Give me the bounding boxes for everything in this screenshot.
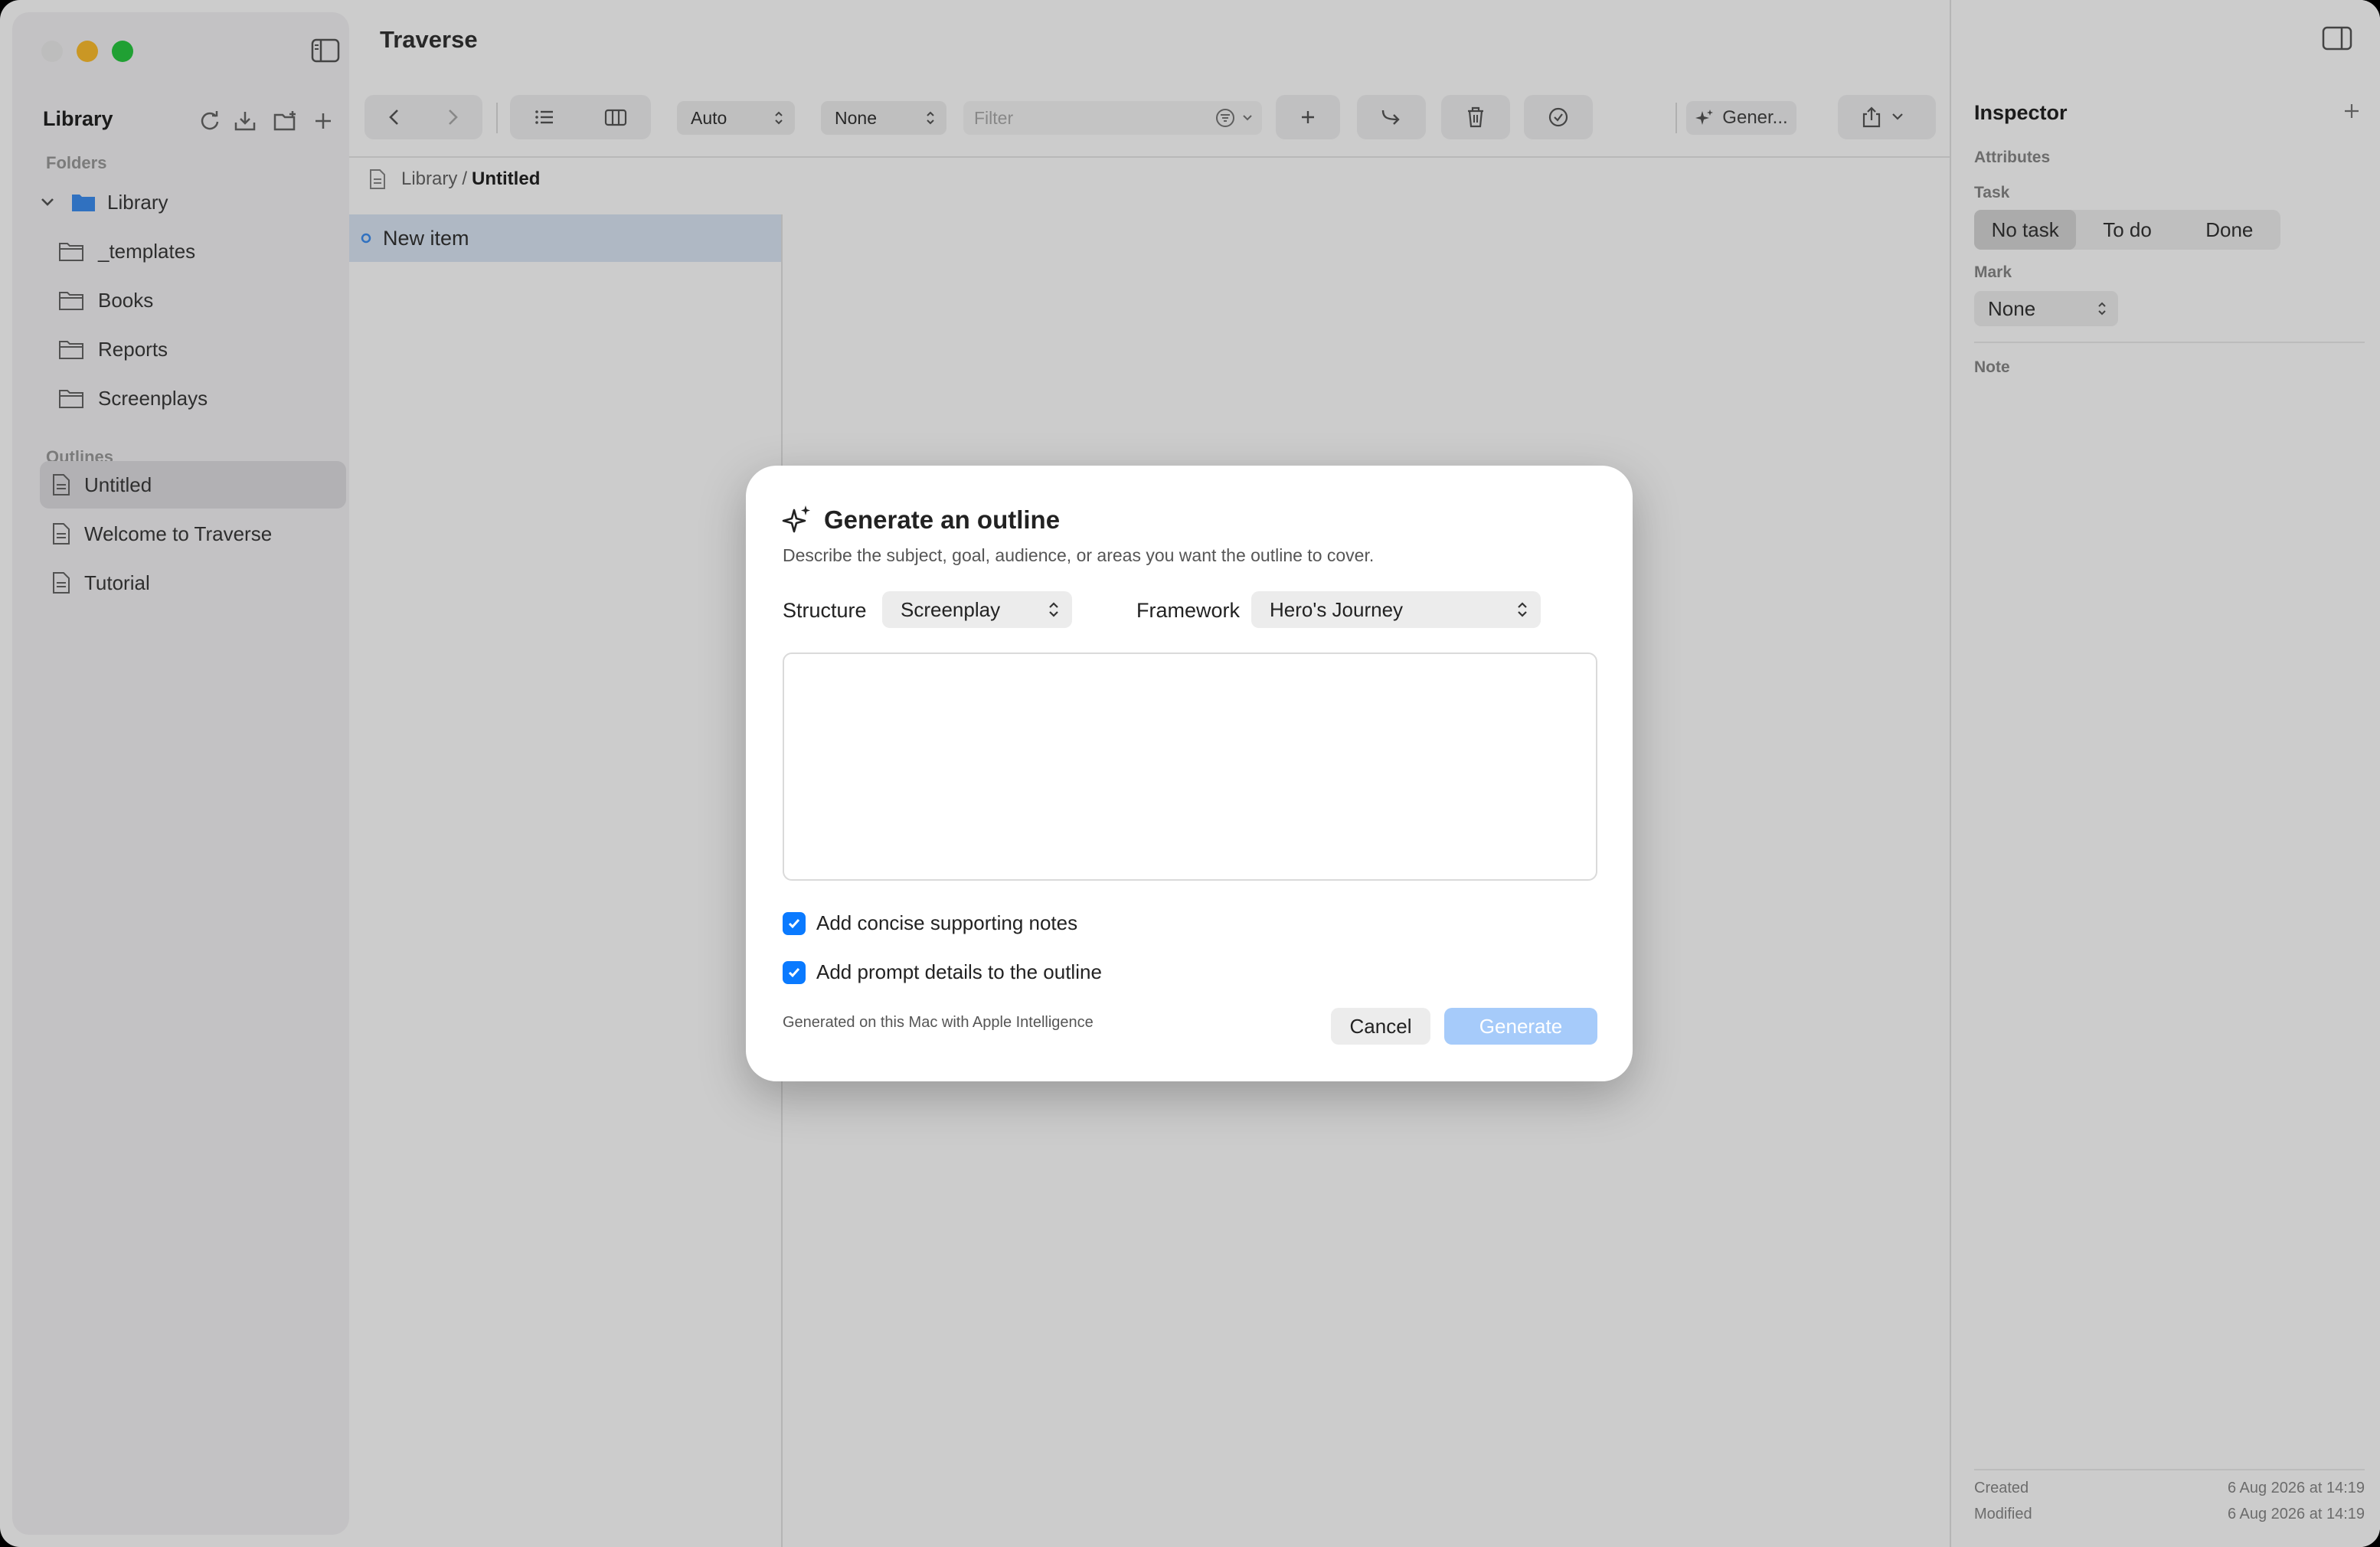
apple-intelligence-footnote: Generated on this Mac with Apple Intelli… <box>783 1014 1094 1031</box>
structure-select[interactable]: Screenplay <box>882 591 1072 628</box>
checkmark-icon <box>788 967 800 977</box>
checkmark-icon <box>788 918 800 928</box>
generate-outline-dialog: Generate an outline Describe the subject… <box>746 466 1633 1081</box>
dialog-subtitle: Describe the subject, goal, audience, or… <box>783 545 1375 565</box>
framework-label: Framework <box>1136 599 1241 622</box>
supporting-notes-label: Add concise supporting notes <box>816 911 1078 934</box>
chevron-updown-icon <box>1518 602 1527 617</box>
sparkles-icon <box>782 505 810 533</box>
outline-prompt-textarea[interactable] <box>783 652 1597 881</box>
framework-select[interactable]: Hero's Journey <box>1251 591 1541 628</box>
prompt-details-checkbox-row[interactable]: Add prompt details to the outline <box>783 960 1102 984</box>
app-window: Library Folders Library _templates Books <box>0 0 2380 1547</box>
dialog-title: Generate an outline <box>824 505 1061 534</box>
prompt-details-label: Add prompt details to the outline <box>816 960 1102 983</box>
chevron-updown-icon <box>1049 602 1058 617</box>
structure-label: Structure <box>783 599 867 622</box>
prompt-details-checkbox[interactable] <box>783 960 806 984</box>
supporting-notes-checkbox[interactable] <box>783 911 806 935</box>
cancel-button[interactable]: Cancel <box>1331 1008 1430 1045</box>
framework-select-value: Hero's Journey <box>1270 597 1404 621</box>
supporting-notes-checkbox-row[interactable]: Add concise supporting notes <box>783 911 1077 935</box>
structure-select-value: Screenplay <box>901 597 1001 621</box>
generate-button[interactable]: Generate <box>1444 1008 1597 1045</box>
